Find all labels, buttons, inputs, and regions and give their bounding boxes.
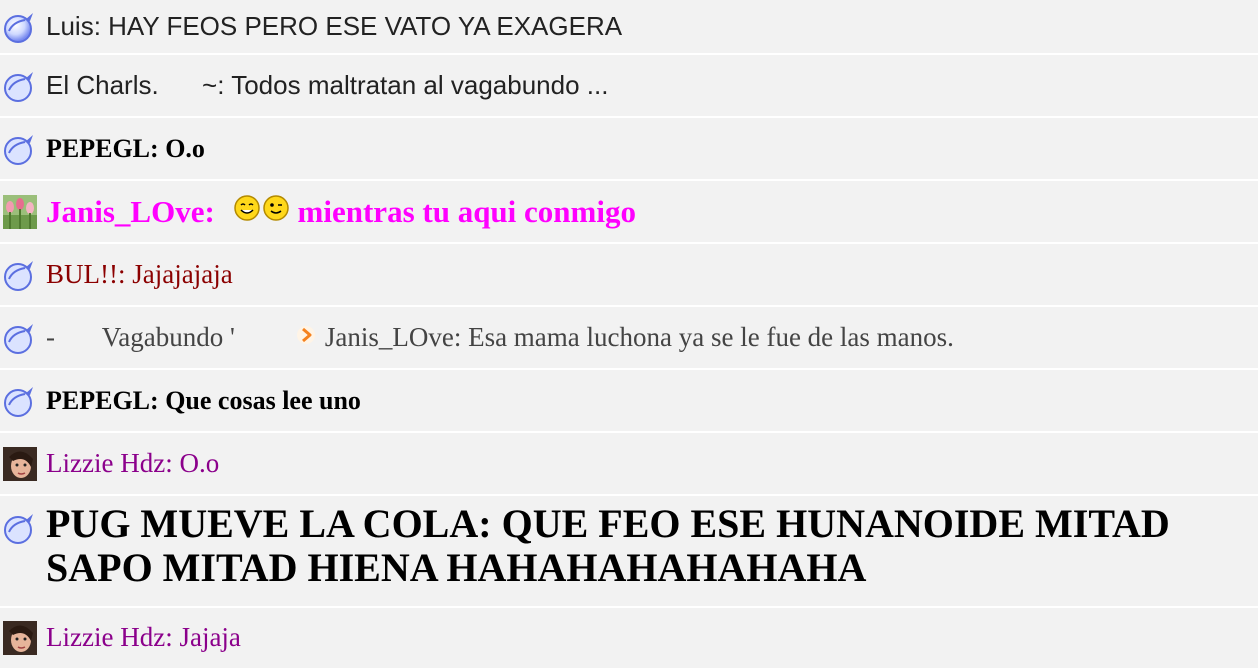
message-body: HAY FEOS PERO ESE VATO YA EXAGERA (108, 10, 623, 41)
woman-photo-avatar-icon[interactable] (2, 620, 38, 656)
message-text: Luis: HAY FEOS PERO ESE VATO YA EXAGERA (46, 10, 623, 42)
message-user[interactable]: Lizzie Hdz (46, 448, 165, 478)
chat-message: - Vagabundo ' Janis_LOve: Esa mama lucho… (0, 307, 1258, 370)
message-separator: : (150, 133, 166, 163)
message-body: Janis_LOve: Esa mama luchona ya se le fu… (324, 321, 954, 352)
chat-message: Lizzie Hdz: O.o (0, 433, 1258, 496)
message-separator: : (165, 447, 180, 478)
woman-photo-avatar-icon[interactable] (2, 446, 38, 482)
default-bubble-avatar-icon[interactable] (2, 9, 38, 45)
message-text: Lizzie Hdz: Jajaja (46, 622, 241, 653)
wink-emoticon-icon (262, 194, 290, 230)
default-bubble-avatar-icon[interactable] (2, 131, 38, 167)
message-separator: : (204, 193, 223, 229)
message-user[interactable]: BUL!! (46, 259, 118, 289)
chat-message: PEPEGL: O.o (0, 118, 1258, 181)
smile-emoticon-icon (233, 194, 261, 230)
chat-log: Luis: HAY FEOS PERO ESE VATO YA EXAGERA … (0, 0, 1258, 668)
chat-message: PUG MUEVE LA COLA: QUE FEO ESE HUNANOIDE… (0, 496, 1258, 608)
message-user[interactable]: - Vagabundo ' (46, 322, 235, 353)
message-text: Lizzie Hdz: O.o (46, 448, 219, 479)
message-user[interactable]: El Charls. ~ (46, 70, 217, 100)
message-body: mientras tu aqui conmigo (297, 193, 636, 229)
default-bubble-avatar-icon[interactable] (2, 510, 38, 546)
message-body: O.o (165, 133, 205, 163)
message-separator: : (165, 622, 180, 653)
message-user[interactable]: Janis_LOve (46, 194, 204, 230)
message-user[interactable]: PEPEGL (46, 386, 150, 415)
message-text: Janis_LOve: mientras tu aqui conmigo (46, 194, 636, 230)
default-bubble-avatar-icon[interactable] (2, 68, 38, 104)
default-bubble-avatar-icon[interactable] (2, 320, 38, 356)
message-user[interactable]: Lizzie Hdz (46, 622, 165, 652)
message-body: Jajaja (179, 622, 241, 653)
message-separator: : (117, 258, 133, 289)
default-bubble-avatar-icon[interactable] (2, 257, 38, 293)
default-bubble-avatar-icon[interactable] (2, 383, 38, 419)
message-text: PEPEGL: Que cosas lee uno (46, 386, 361, 416)
message-user[interactable]: PEPEGL (46, 134, 150, 163)
message-text: PUG MUEVE LA COLA: QUE FEO ESE HUNANOIDE… (46, 502, 1246, 590)
message-user[interactable]: Luis (46, 11, 94, 41)
chat-message: El Charls. ~: Todos maltratan al vagabun… (0, 55, 1258, 118)
message-body: O.o (179, 447, 220, 478)
message-body: Que cosas lee uno (165, 385, 361, 415)
message-separator: : (150, 385, 166, 415)
message-body: Todos maltratan al vagabundo ... (231, 69, 609, 100)
message-body: Jajajajaja (132, 258, 233, 289)
orange-arrow-icon (241, 291, 317, 384)
chat-message: Janis_LOve: mientras tu aqui conmigo (0, 181, 1258, 244)
tulips-avatar-icon[interactable] (2, 194, 38, 230)
message-separator: : (217, 69, 232, 100)
message-text: PEPEGL: O.o (46, 134, 205, 164)
message-user[interactable]: PUG MUEVE LA COLA (46, 501, 478, 546)
chat-message: Lizzie Hdz: Jajaja (0, 608, 1258, 668)
message-separator: : (478, 501, 502, 546)
message-text: El Charls. ~: Todos maltratan al vagabun… (46, 69, 609, 101)
message-separator: : (93, 10, 109, 41)
message-text: - Vagabundo ' Janis_LOve: Esa mama lucho… (46, 291, 954, 384)
message-text: BUL!!: Jajajajaja (46, 259, 233, 290)
chat-message: Luis: HAY FEOS PERO ESE VATO YA EXAGERA (0, 0, 1258, 55)
